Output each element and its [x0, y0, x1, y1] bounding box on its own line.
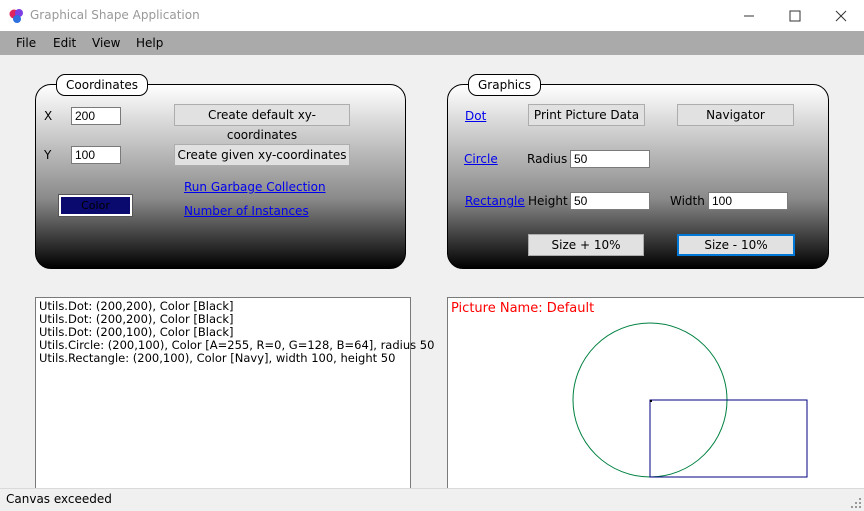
create-default-coordinates-button[interactable]: Create default xy-coordinates	[174, 104, 350, 142]
output-list: Utils.Dot: (200,200), Color [Black] Utils…	[36, 298, 434, 365]
y-label: Y	[44, 148, 52, 162]
navigator-button[interactable]: Navigator	[677, 104, 794, 126]
color-button[interactable]: Color	[58, 194, 133, 217]
status-bar: Canvas exceeded	[0, 488, 864, 511]
coordinates-legend: Coordinates	[56, 74, 149, 96]
app-icon	[9, 9, 23, 23]
minimize-button[interactable]	[726, 0, 772, 31]
y-input[interactable]	[71, 146, 121, 164]
output-listbox[interactable]: Utils.Dot: (200,200), Color [Black] Utils…	[35, 297, 434, 490]
run-garbage-collection-link[interactable]: Run Garbage Collection	[184, 180, 326, 194]
dot-shape	[650, 400, 652, 402]
maximize-icon	[789, 10, 801, 21]
maximize-button[interactable]	[772, 0, 818, 31]
radius-input[interactable]	[570, 150, 650, 168]
title-bar: Graphical Shape Application	[0, 0, 864, 31]
height-label: Height	[528, 194, 568, 208]
height-input[interactable]	[570, 192, 650, 210]
create-given-coordinates-button[interactable]: Create given xy-coordinates	[174, 144, 350, 166]
size-decrease-button[interactable]: Size - 10%	[677, 234, 795, 256]
menu-help[interactable]: Help	[136, 36, 163, 50]
radius-label: Radius	[527, 152, 568, 166]
dot-link[interactable]: Dot	[465, 109, 486, 123]
number-of-instances-link[interactable]: Number of Instances	[184, 204, 309, 218]
resize-grip-icon[interactable]	[851, 498, 861, 508]
menu-edit[interactable]: Edit	[53, 36, 76, 50]
close-button[interactable]	[818, 0, 864, 31]
list-item[interactable]: Utils.Rectangle: (200,100), Color [Navy]…	[36, 352, 410, 365]
menu-view[interactable]: View	[92, 36, 120, 50]
x-input[interactable]	[71, 107, 121, 125]
x-label: X	[44, 109, 53, 123]
close-icon	[835, 10, 847, 21]
canvas-drawing	[572, 322, 808, 478]
drawing-canvas[interactable]: Picture Name: Default	[447, 297, 864, 490]
status-text: Canvas exceeded	[6, 492, 112, 506]
print-picture-data-button[interactable]: Print Picture Data	[528, 104, 645, 126]
circle-link[interactable]: Circle	[464, 152, 498, 166]
minimize-icon	[744, 15, 754, 16]
window-title: Graphical Shape Application	[30, 8, 200, 22]
width-input[interactable]	[708, 192, 788, 210]
width-label: Width	[670, 194, 705, 208]
menu-bar: File Edit View Help	[0, 31, 864, 55]
rectangle-shape	[649, 399, 808, 478]
graphics-legend: Graphics	[468, 74, 541, 96]
rectangle-link[interactable]: Rectangle	[465, 194, 525, 208]
size-increase-button[interactable]: Size + 10%	[528, 234, 644, 256]
menu-file[interactable]: File	[16, 36, 36, 50]
